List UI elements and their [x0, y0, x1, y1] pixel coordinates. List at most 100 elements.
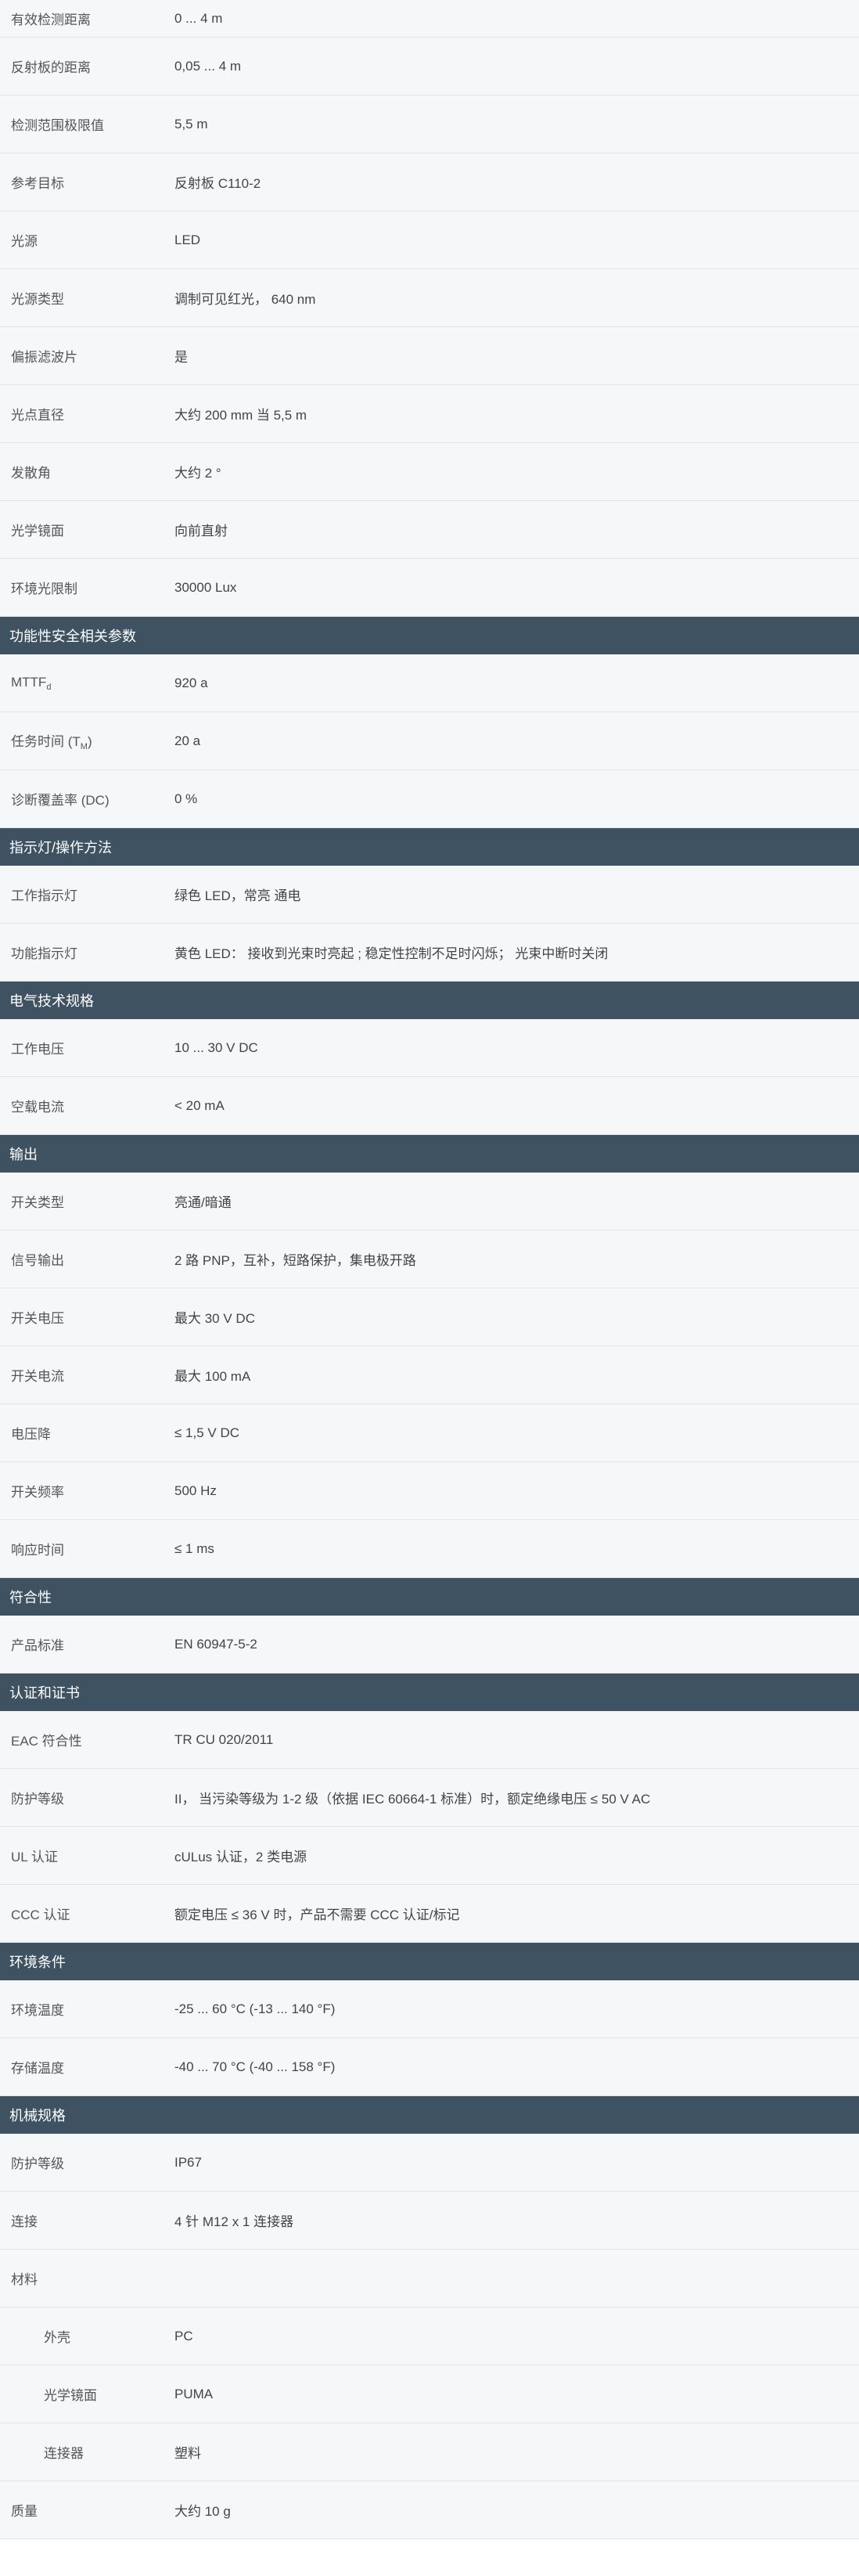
spec-row: 检测范围极限值 5,5 m	[0, 95, 859, 153]
spec-label: 连接	[0, 2210, 174, 2230]
spec-label: 光学镜面	[0, 2384, 174, 2404]
section-header: 输出	[0, 1135, 859, 1173]
spec-value: 0,05 ... 4 m	[174, 58, 242, 74]
spec-value: -40 ... 70 °C (-40 ... 158 °F)	[174, 2059, 336, 2074]
spec-row: 信号输出 2 路 PNP，互补，短路保护，集电极开路	[0, 1230, 859, 1288]
spec-label-text: 反射板的距离	[11, 60, 91, 75]
spec-label: 信号输出	[0, 1249, 174, 1269]
spec-label-text: 存储温度	[11, 2061, 64, 2076]
spec-label-text: 功能指示灯	[11, 946, 77, 961]
spec-label: 反射板的距离	[0, 56, 174, 76]
spec-row: 参考目标 反射板 C110-2	[0, 153, 859, 211]
spec-label-text: 工作电压	[11, 1042, 64, 1057]
spec-value: 最大 100 mA	[174, 1369, 251, 1384]
spec-label-text: 光学镜面	[11, 524, 64, 539]
spec-row: UL 认证 cULus 认证，2 类电源	[0, 1827, 859, 1885]
spec-label: 质量	[0, 2500, 174, 2520]
spec-row: 环境光限制 30000 Lux	[0, 559, 859, 617]
spec-row: 材料	[0, 2250, 859, 2308]
spec-label: 连接器	[0, 2442, 174, 2462]
spec-value: 920 a	[174, 675, 208, 690]
spec-label-text: 产品标准	[11, 1638, 64, 1653]
spec-label-text: 光源	[11, 234, 38, 249]
spec-value: 大约 10 g	[174, 2504, 231, 2519]
spec-value: 调制可见红光， 640 nm	[174, 292, 316, 307]
spec-label: 防护等级	[0, 1788, 174, 1807]
spec-label-text: 材料	[11, 2272, 38, 2287]
spec-value: 2 路 PNP，互补，短路保护，集电极开路	[174, 1253, 416, 1268]
spec-label: 检测范围极限值	[0, 114, 174, 134]
spec-row: 诊断覆盖率 (DC) 0 %	[0, 770, 859, 828]
spec-value: 大约 2 °	[174, 466, 221, 481]
spec-value: 最大 30 V DC	[174, 1311, 255, 1326]
spec-value: 反射板 C110-2	[174, 176, 261, 191]
spec-row: 质量 大约 10 g	[0, 2481, 859, 2539]
spec-value: 30000 Lux	[174, 579, 237, 595]
spec-label: 材料	[0, 2268, 174, 2288]
spec-label-text: CCC 认证	[11, 1908, 70, 1922]
spec-value: 是	[174, 350, 188, 365]
spec-label-text: 电压降	[11, 1427, 51, 1442]
spec-label: 发散角	[0, 462, 174, 481]
spec-label-text: 发散角	[11, 466, 51, 481]
spec-row: 环境温度 -25 ... 60 °C (-13 ... 140 °F)	[0, 1980, 859, 2038]
spec-row: 功能指示灯 黄色 LED： 接收到光束时亮起 ; 稳定性控制不足时闪烁； 光束中断…	[0, 924, 859, 982]
spec-subrow: 光学镜面 PUMA	[0, 2365, 859, 2423]
spec-label: 光点直径	[0, 404, 174, 423]
spec-row: 开关频率 500 Hz	[0, 1462, 859, 1520]
spec-row: 发散角 大约 2 °	[0, 443, 859, 501]
spec-label: 光源	[0, 230, 174, 250]
spec-value: 20 a	[174, 733, 201, 748]
spec-label-text: 光源类型	[11, 292, 64, 307]
spec-row: 开关电压 最大 30 V DC	[0, 1288, 859, 1346]
spec-table: 有效检测距离 0 ... 4 m 反射板的距离 0,05 ... 4 m 检测范围极限值…	[0, 0, 859, 2539]
spec-label: 有效检测距离	[0, 9, 174, 28]
spec-value: LED	[174, 232, 201, 247]
spec-label-text: EAC 符合性	[11, 1734, 82, 1749]
spec-value: IP67	[174, 2154, 202, 2170]
spec-row: 光学镜面 向前直射	[0, 501, 859, 559]
spec-label-text: 开关类型	[11, 1195, 64, 1210]
spec-label: 产品标准	[0, 1634, 174, 1654]
spec-label: 环境温度	[0, 1999, 174, 2019]
spec-value: ≤ 1,5 V DC	[174, 1425, 240, 1440]
spec-label: 开关电流	[0, 1365, 174, 1385]
spec-subrow: 外壳 PC	[0, 2308, 859, 2365]
spec-label: 光学镜面	[0, 520, 174, 539]
spec-value: cULus 认证，2 类电源	[174, 1850, 307, 1864]
spec-value: 额定电压 ≤ 36 V 时，产品不需要 CCC 认证/标记	[174, 1908, 460, 1922]
spec-value: PC	[174, 2328, 193, 2344]
section-header-label: 指示灯/操作方法	[9, 840, 113, 856]
spec-label: 环境光限制	[0, 578, 174, 597]
spec-row: 连接 4 针 M12 x 1 连接器	[0, 2192, 859, 2250]
spec-row: 防护等级 II， 当污染等级为 1-2 级（依据 IEC 60664-1 标准）时…	[0, 1769, 859, 1827]
spec-row: 开关类型 亮通/暗通	[0, 1173, 859, 1230]
section-header: 认证和证书	[0, 1673, 859, 1711]
section-header-label: 输出	[9, 1147, 38, 1162]
spec-row: 光源类型 调制可见红光， 640 nm	[0, 269, 859, 327]
section-header-label: 认证和证书	[9, 1685, 80, 1701]
spec-row: 电压降 ≤ 1,5 V DC	[0, 1404, 859, 1462]
spec-label-text: 开关电流	[11, 1369, 64, 1384]
spec-value: < 20 mA	[174, 1097, 225, 1113]
spec-label: UL 认证	[0, 1846, 174, 1865]
spec-value: II， 当污染等级为 1-2 级（依据 IEC 60664-1 标准）时，额定绝…	[174, 1792, 651, 1807]
spec-value: 黄色 LED： 接收到光束时亮起 ; 稳定性控制不足时闪烁； 光束中断时关闭	[174, 946, 609, 961]
spec-value: 亮通/暗通	[174, 1195, 232, 1210]
spec-value: 500 Hz	[174, 1483, 217, 1498]
spec-value: 绿色 LED，常亮 通电	[174, 888, 301, 903]
spec-value: 0 ... 4 m	[174, 10, 223, 26]
spec-label: 光源类型	[0, 288, 174, 308]
spec-value: 4 针 M12 x 1 连接器	[174, 2214, 294, 2229]
spec-label-text: 开关频率	[11, 1485, 64, 1500]
spec-value: 5,5 m	[174, 116, 208, 132]
section-header: 环境条件	[0, 1943, 859, 1980]
spec-label-text: 任务时间 (T	[11, 734, 81, 749]
spec-label-text: 光学镜面	[44, 2388, 97, 2403]
spec-label: 外壳	[0, 2326, 174, 2346]
spec-label: EAC 符合性	[0, 1730, 174, 1749]
section-header: 电气技术规格	[0, 982, 859, 1019]
spec-label-text: 偏振滤波片	[11, 350, 77, 365]
spec-row: 防护等级 IP67	[0, 2134, 859, 2192]
spec-label-text: 有效检测距离	[11, 13, 91, 27]
